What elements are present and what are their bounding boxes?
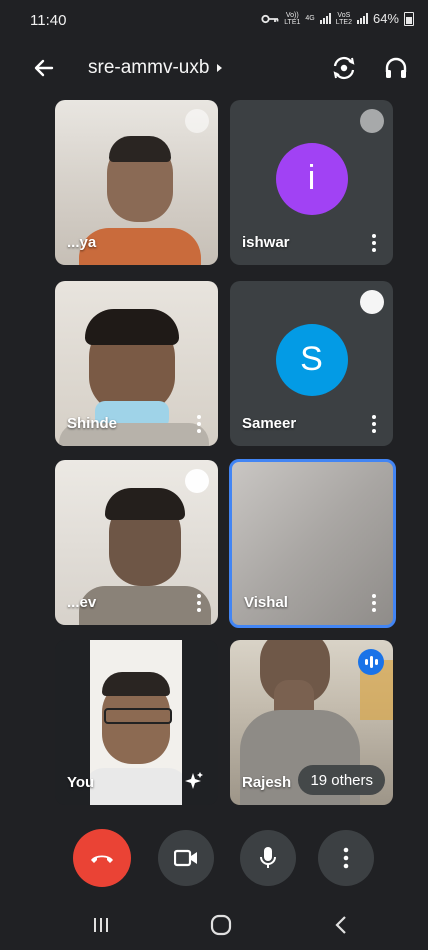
self-name: You bbox=[67, 774, 95, 791]
status-time: 11:40 bbox=[30, 12, 67, 29]
home-icon bbox=[210, 914, 232, 936]
sim1-label: Vo)) LTE1 bbox=[284, 12, 300, 26]
switch-camera-icon bbox=[333, 56, 355, 80]
headphones-icon bbox=[385, 57, 407, 78]
mic-off-icon bbox=[360, 109, 384, 133]
more-options-button[interactable] bbox=[365, 591, 383, 613]
microphone-toggle-button[interactable] bbox=[240, 830, 296, 886]
camera-toggle-button[interactable] bbox=[158, 830, 214, 886]
home-button[interactable] bbox=[206, 910, 236, 940]
more-options-button[interactable] bbox=[190, 412, 208, 434]
caret-right-icon bbox=[217, 64, 223, 72]
mic-icon bbox=[260, 847, 276, 868]
more-options-button[interactable] bbox=[190, 591, 208, 613]
participant-name: Sameer bbox=[242, 415, 297, 432]
switch-camera-button[interactable] bbox=[330, 54, 358, 82]
system-nav-bar bbox=[0, 898, 428, 950]
participant-tile[interactable]: Shinde bbox=[55, 281, 218, 446]
self-video bbox=[90, 640, 182, 805]
audio-output-button[interactable] bbox=[382, 54, 410, 82]
speaking-indicator-icon bbox=[358, 649, 384, 675]
signal-icon-1 bbox=[319, 13, 331, 24]
sim1-label-bottom: LTE1 bbox=[284, 18, 301, 26]
more-vert-icon bbox=[343, 847, 349, 869]
end-call-button[interactable] bbox=[73, 829, 131, 887]
recents-icon bbox=[94, 918, 108, 932]
participant-name: Vishal bbox=[244, 594, 288, 611]
back-chevron-icon bbox=[335, 916, 346, 934]
vpn-key-icon bbox=[261, 14, 279, 23]
sim1-network: 4G bbox=[305, 15, 315, 22]
avatar: i bbox=[275, 142, 348, 215]
participant-video bbox=[79, 136, 201, 265]
sim1-label-top: Vo)) bbox=[285, 11, 299, 19]
back-nav-button[interactable] bbox=[326, 910, 356, 940]
participant-tile[interactable]: Vishal bbox=[229, 459, 396, 628]
participant-name: ...ev bbox=[67, 594, 97, 611]
participant-name: ...ya bbox=[67, 234, 97, 251]
recents-button[interactable] bbox=[86, 910, 116, 940]
participant-tile[interactable]: ...ev bbox=[55, 460, 218, 625]
participant-tile[interactable]: Rajesh 19 others bbox=[230, 640, 393, 805]
videocam-icon bbox=[174, 849, 197, 867]
mic-off-icon bbox=[185, 109, 209, 133]
battery-percent: 64% bbox=[372, 11, 399, 26]
self-view-tile[interactable]: You bbox=[55, 640, 218, 805]
more-options-button[interactable] bbox=[365, 412, 383, 434]
sim2-label-bottom: LTE2 bbox=[335, 18, 352, 26]
call-header: sre-ammv-uxb bbox=[0, 44, 428, 92]
status-icons: Vo)) LTE1 4G VoS LTE2 64% bbox=[261, 11, 414, 26]
meeting-info-button[interactable]: sre-ammv-uxb bbox=[88, 57, 223, 79]
status-bar: 11:40 Vo)) LTE1 4G VoS LTE2 64% bbox=[0, 0, 428, 38]
avatar: S bbox=[275, 323, 348, 396]
call-controls bbox=[0, 826, 428, 890]
participant-tile[interactable]: ...ya bbox=[55, 100, 218, 265]
signal-icon-2 bbox=[356, 13, 368, 24]
meeting-code: sre-ammv-uxb bbox=[88, 57, 210, 78]
sim2-label-top: VoS bbox=[337, 11, 351, 19]
mic-off-icon bbox=[360, 290, 384, 314]
more-options-button[interactable] bbox=[365, 231, 383, 253]
call-end-icon bbox=[91, 855, 113, 863]
battery-icon bbox=[404, 11, 414, 26]
participant-name: Shinde bbox=[67, 415, 118, 432]
participant-tile[interactable]: S Sameer bbox=[230, 281, 393, 446]
sim2-label: VoS LTE2 bbox=[336, 12, 352, 26]
others-count-button[interactable]: 19 others bbox=[298, 765, 385, 795]
arrow-back-icon bbox=[34, 59, 54, 77]
mic-off-icon bbox=[185, 469, 209, 493]
participant-tile[interactable]: i ishwar bbox=[230, 100, 393, 265]
effects-sparkle-icon[interactable] bbox=[184, 771, 204, 791]
participant-name: Rajesh bbox=[242, 774, 292, 791]
back-button[interactable] bbox=[30, 54, 58, 82]
participant-name: ishwar bbox=[242, 234, 290, 251]
participant-video bbox=[79, 486, 211, 625]
more-options-menu-button[interactable] bbox=[318, 830, 374, 886]
